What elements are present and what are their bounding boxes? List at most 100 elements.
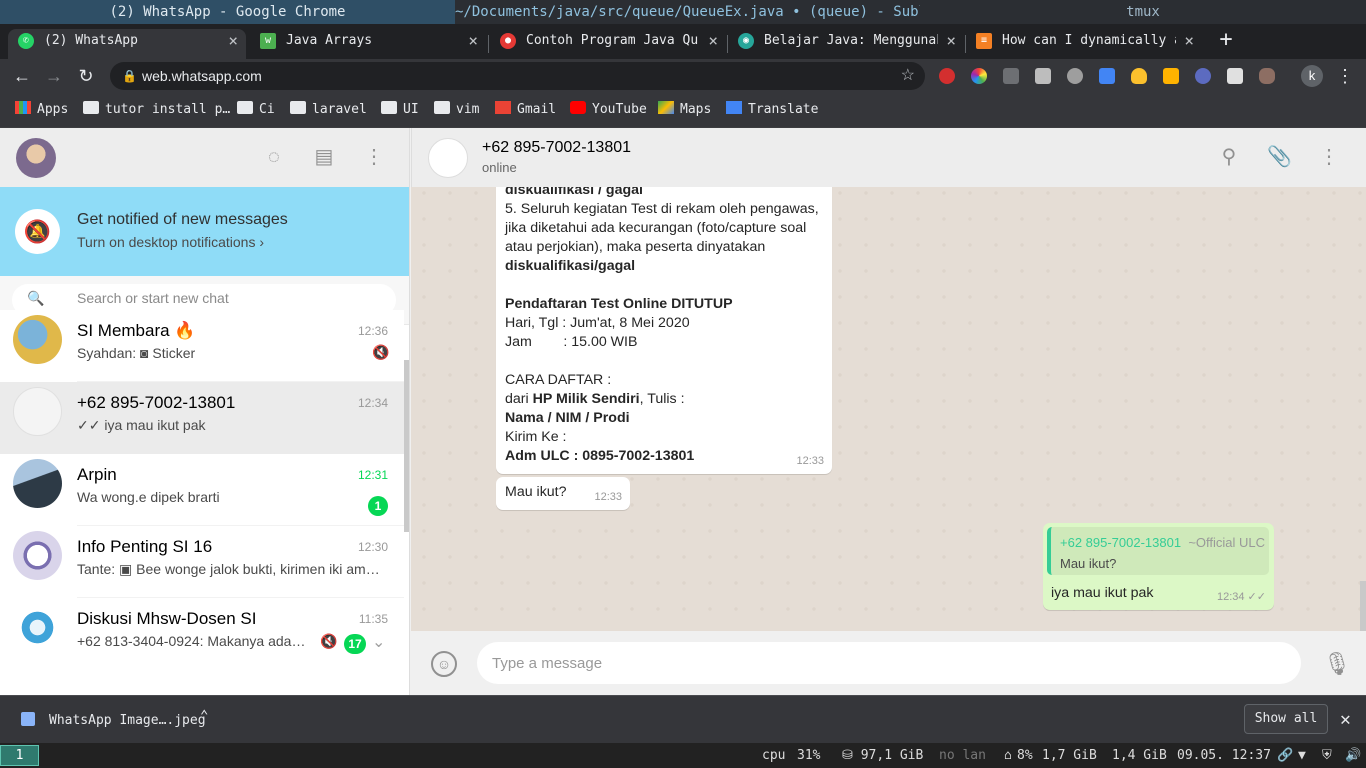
tab-java-arrays[interactable]: w Java Arrays × (250, 29, 486, 59)
attach-icon[interactable]: 📎 (1267, 145, 1292, 169)
browser-toolbar: ← → ↻ 🔒 web.whatsapp.com ☆ k ⋮ (0, 59, 1366, 93)
forward-arrow-icon[interactable]: → (42, 64, 66, 88)
close-icon[interactable]: ✕ (1340, 709, 1351, 730)
notification-banner[interactable]: 🔕 Get notified of new messages Turn on d… (0, 187, 409, 276)
contact-avatar[interactable] (428, 138, 468, 178)
message-time: 12:33 (594, 491, 622, 503)
bookmark-label: Ci (259, 102, 275, 117)
my-avatar[interactable] (16, 138, 56, 178)
extension-notes-icon[interactable] (1163, 68, 1179, 84)
workspace-indicator[interactable]: 1 (0, 745, 39, 766)
new-chat-icon[interactable]: ▤ (312, 145, 336, 169)
microphone-icon[interactable]: 🎙 (1323, 651, 1351, 677)
shield-icon[interactable]: ⛨ (1322, 743, 1332, 768)
chat-time: 12:31 (357, 468, 388, 482)
bookmark-ui[interactable]: UI (381, 101, 419, 121)
extension-bug-icon[interactable] (1259, 68, 1275, 84)
profile-avatar[interactable]: k (1301, 65, 1323, 87)
status-icon[interactable]: ◌ (262, 145, 286, 169)
chevron-up-icon[interactable]: ⌃ (200, 708, 208, 724)
bookmark-tutor[interactable]: tutor install p… (83, 101, 230, 121)
message-line: Nama / NIM / Prodi (505, 410, 630, 426)
message-scrollbar[interactable] (1360, 581, 1366, 631)
message-line: dari HP Milik Sendiri, Tulis : (505, 391, 685, 407)
extension-yab-icon[interactable] (939, 68, 955, 84)
address-bar[interactable]: 🔒 web.whatsapp.com ☆ (110, 62, 925, 90)
bookmark-ci[interactable]: Ci (237, 101, 275, 121)
download-bar: WhatsApp Image….jpeg ⌃ Show all ✕ (0, 695, 1366, 743)
chat-avatar (13, 603, 62, 652)
extension-mail-icon[interactable] (1035, 68, 1051, 84)
tab-whatsapp[interactable]: ✆ (2) WhatsApp × (8, 29, 246, 59)
unread-badge: 17 (344, 634, 366, 654)
bookmark-maps[interactable]: Maps (658, 101, 711, 121)
conversation-header[interactable]: +62 895-7002-13801 online ⚲ 📎 ⋮ (411, 128, 1366, 187)
bookmark-laravel[interactable]: laravel (290, 101, 367, 121)
chat-item-si-membara[interactable]: SI Membara 🔥 12:36 Syahdan: ◙ Sticker 🔇 (0, 310, 404, 382)
stackoverflow-icon: ≡ (976, 33, 992, 49)
quoted-author: +62 895-7002-13801 ~Official ULC (1060, 533, 1265, 552)
bookmark-translate[interactable]: Translate (726, 101, 818, 121)
bookmark-label: tutor install p… (105, 102, 231, 117)
chat-name: SI Membara 🔥 (77, 321, 196, 340)
chrome-menu-icon[interactable]: ⋮ (1336, 64, 1354, 88)
close-tab-icon[interactable]: × (708, 29, 718, 53)
bookmark-vim[interactable]: vim (434, 101, 479, 121)
tab-belajar-java[interactable]: ◉ Belajar Java: Menggunakan × (728, 29, 964, 59)
window-title-tmux[interactable]: tmux (920, 0, 1366, 24)
notification-link[interactable]: Turn on desktop notifications › (77, 234, 264, 250)
search-icon[interactable]: ⚲ (1217, 145, 1241, 169)
close-tab-icon[interactable]: × (946, 29, 956, 53)
bookmark-star-icon[interactable]: ☆ (901, 62, 915, 90)
quoted-message[interactable]: +62 895-7002-13801 ~Official ULC Mau iku… (1047, 527, 1269, 575)
volume-icon[interactable]: 🔊 (1345, 743, 1361, 768)
emoji-icon[interactable]: ☺ (431, 651, 457, 677)
message-line: diskualifikasi / gagal (505, 187, 643, 198)
tab-contoh-program[interactable]: ● Contoh Program Java Queue × (490, 29, 726, 59)
extension-color-icon[interactable] (971, 68, 987, 84)
chat-time: 12:34 (357, 396, 388, 410)
close-tab-icon[interactable]: × (1184, 29, 1194, 53)
unread-badge: 1 (368, 496, 388, 516)
menu-icon[interactable]: ⋮ (362, 145, 386, 169)
menu-icon[interactable]: ⋮ (1317, 145, 1341, 169)
memory-free: 1,4 GiB (1112, 748, 1167, 763)
chat-item-arpin[interactable]: Arpin 12:31 Wa wong.e dipek brarti 1 (0, 454, 404, 526)
download-filename[interactable]: WhatsApp Image….jpeg (49, 713, 206, 728)
message-line: Hari, Tgl : Jum'at, 8 Mei 2020 (505, 315, 690, 331)
extension-translate-icon[interactable] (1099, 68, 1115, 84)
attach-tray-icon[interactable]: 🔗 (1277, 743, 1293, 768)
reload-icon[interactable]: ↻ (74, 64, 98, 88)
bookmark-apps[interactable]: Apps (15, 101, 68, 121)
chat-item-diskusi[interactable]: Diskusi Mhsw-Dosen SI 11:35 +62 813-3404… (0, 598, 404, 670)
chevron-down-icon[interactable]: ⌄ (372, 632, 385, 652)
maps-icon (658, 101, 674, 114)
chat-item-selected[interactable]: +62 895-7002-13801 12:34 ✓✓ iya mau ikut… (0, 382, 404, 454)
tab-label: Contoh Program Java Queue (526, 33, 698, 48)
quoted-number: +62 895-7002-13801 (1060, 535, 1182, 550)
muted-icon: 🔇 (320, 633, 338, 649)
tab-stackoverflow[interactable]: ≡ How can I dynamically add × (966, 29, 1202, 59)
search-input[interactable] (77, 290, 377, 306)
wifi-icon[interactable]: ▼ (1298, 743, 1306, 768)
chat-list-scrollbar[interactable] (404, 360, 409, 532)
close-tab-icon[interactable]: × (468, 29, 478, 53)
back-arrow-icon[interactable]: ← (10, 64, 34, 88)
extension-circle-icon[interactable] (1195, 68, 1211, 84)
bookmark-gmail[interactable]: Gmail (495, 101, 556, 121)
window-title-sublime[interactable]: ~/Documents/java/src/queue/QueueEx.java … (455, 0, 920, 24)
extension-ruler-icon[interactable] (1003, 68, 1019, 84)
extension-gear-icon[interactable] (1067, 68, 1083, 84)
chat-preview: Tante: ▣ Bee wonge jalok bukti, kirimen … (77, 561, 380, 577)
chat-preview: ✓✓ iya mau ikut pak (77, 417, 206, 433)
bookmark-youtube[interactable]: YouTube (570, 101, 647, 121)
lock-icon: 🔒 (122, 69, 137, 83)
window-title-chrome[interactable]: (2) WhatsApp - Google Chrome (0, 0, 455, 24)
new-tab-icon[interactable]: + (1214, 29, 1238, 53)
extension-image-icon[interactable] (1227, 68, 1243, 84)
chat-item-info-penting[interactable]: Info Penting SI 16 12:30 Tante: ▣ Bee wo… (0, 526, 404, 598)
extension-bulb-icon[interactable] (1131, 68, 1147, 84)
close-tab-icon[interactable]: × (228, 29, 238, 53)
message-input[interactable] (477, 642, 1301, 684)
show-all-button[interactable]: Show all (1244, 704, 1328, 734)
